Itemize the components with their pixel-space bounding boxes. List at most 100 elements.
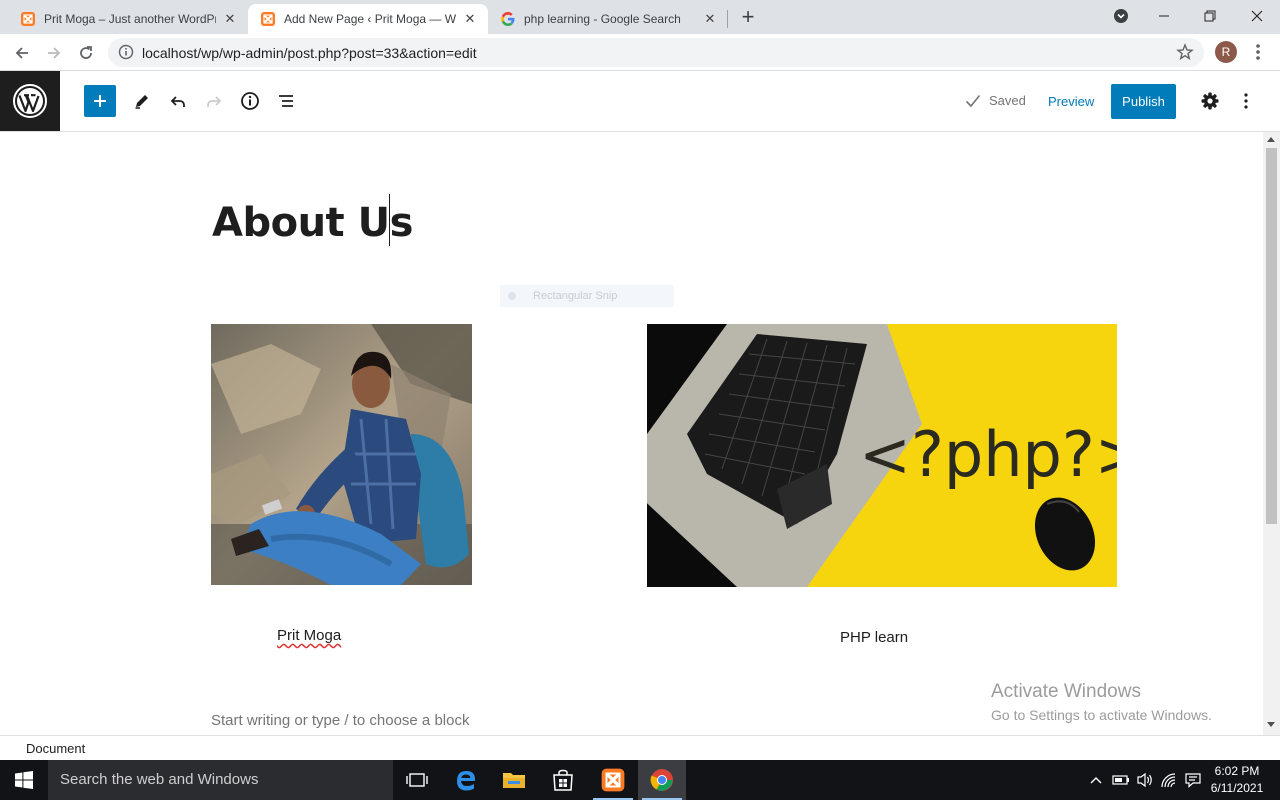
image-caption-person[interactable]: Prit Moga	[277, 627, 341, 644]
scroll-down-arrow[interactable]	[1267, 722, 1275, 727]
editor-scrollbar[interactable]	[1263, 132, 1280, 735]
minimize-icon	[1159, 15, 1169, 17]
taskbar-clock[interactable]: 6:02 PM 6/11/2021	[1204, 763, 1270, 797]
profile-avatar[interactable]: R	[1215, 41, 1237, 63]
kebab-menu-icon	[1244, 93, 1248, 109]
tools-button[interactable]	[126, 85, 158, 117]
settings-button[interactable]	[1194, 85, 1226, 117]
edge-taskbar-button[interactable]	[442, 760, 490, 800]
block-appender[interactable]: Start writing or type / to choose a bloc…	[211, 712, 469, 729]
network-tray-button[interactable]	[1158, 760, 1180, 800]
edge-icon	[457, 771, 475, 791]
store-bag-icon	[553, 769, 573, 791]
clock-date: 6/11/2021	[1210, 781, 1264, 795]
bookmark-star-icon[interactable]	[1176, 43, 1194, 61]
close-window-button[interactable]	[1234, 0, 1280, 32]
tab-title: Prit Moga – Just another WordPr	[44, 12, 216, 26]
wordpress-logo-button[interactable]	[0, 71, 60, 131]
arrow-left-icon	[15, 47, 28, 59]
new-tab-button[interactable]: +	[736, 6, 760, 30]
tab-add-new-page[interactable]: Add New Page ‹ Prit Moga — W ✕	[248, 4, 488, 34]
wifi-icon	[1161, 773, 1176, 788]
more-options-button[interactable]	[1230, 85, 1262, 117]
xampp-icon	[261, 12, 275, 26]
start-button[interactable]	[0, 760, 48, 800]
minimize-button[interactable]	[1141, 0, 1187, 32]
publish-button[interactable]: Publish	[1111, 84, 1176, 119]
list-view-icon	[279, 95, 293, 107]
tab-title: php learning - Google Search	[524, 12, 681, 26]
caption-text: Prit Moga	[277, 627, 342, 644]
tab-prit-moga-site[interactable]: Prit Moga – Just another WordPr ✕	[8, 4, 248, 34]
chrome-menu-icon[interactable]	[1250, 41, 1266, 63]
scroll-thumb[interactable]	[1266, 148, 1277, 524]
show-hidden-icons-button[interactable]	[1086, 760, 1106, 800]
windows-logo-icon	[15, 771, 33, 789]
details-button[interactable]	[234, 85, 266, 117]
volume-tray-button[interactable]	[1134, 760, 1156, 800]
list-view-button[interactable]	[270, 85, 302, 117]
google-icon	[501, 12, 515, 26]
tab-close-icon[interactable]: ✕	[222, 11, 238, 27]
notifications-tray-button[interactable]	[1182, 760, 1204, 800]
block-breadcrumb-bar: Document	[0, 735, 1280, 760]
tab-google-search[interactable]: php learning - Google Search ✕	[488, 4, 728, 34]
editor-canvas: About Us Rectangular Snip <?php? Prit Mo…	[0, 132, 1263, 735]
tab-divider	[727, 10, 728, 28]
activate-windows-watermark: Activate Windows Go to Settings to activ…	[991, 681, 1212, 723]
laptop-php-photo: <?php?>	[647, 324, 1117, 587]
taskbar-search-box[interactable]: Search the web and Windows	[48, 760, 393, 800]
image-block-php[interactable]: <?php?>	[647, 324, 1117, 587]
address-url[interactable]: localhost/wp/wp-admin/post.php?post=33&a…	[142, 45, 477, 61]
undo-icon	[170, 96, 185, 107]
battery-tray-button[interactable]	[1110, 760, 1132, 800]
address-bar[interactable]: localhost/wp/wp-admin/post.php?post=33&a…	[108, 38, 1204, 67]
file-explorer-taskbar-button[interactable]	[490, 760, 538, 800]
windows-taskbar: Search the web and Windows 6:02 PM 6/11/…	[0, 760, 1280, 800]
chevron-down-circle-icon	[1114, 9, 1128, 23]
undo-button[interactable]	[162, 85, 194, 117]
close-icon	[1251, 10, 1263, 22]
xampp-taskbar-button[interactable]	[589, 760, 637, 800]
editor-header: Saved Preview Publish	[0, 71, 1280, 132]
tab-search-button[interactable]	[1098, 0, 1144, 32]
store-taskbar-button[interactable]	[539, 760, 587, 800]
action-center-icon	[1185, 773, 1201, 788]
tab-title: Add New Page ‹ Prit Moga — W	[284, 12, 456, 26]
reload-button[interactable]	[72, 39, 100, 67]
breadcrumb-document[interactable]: Document	[26, 741, 85, 756]
redo-button[interactable]	[198, 85, 230, 117]
speaker-icon	[1137, 772, 1152, 788]
task-view-button[interactable]	[393, 760, 441, 800]
block-inserter-button[interactable]	[84, 85, 116, 117]
snip-overlay: Rectangular Snip	[500, 285, 674, 307]
task-view-icon	[406, 773, 428, 787]
restore-button[interactable]	[1187, 0, 1233, 32]
battery-icon	[1112, 775, 1129, 785]
image-caption-php[interactable]: PHP learn	[840, 629, 908, 646]
tab-close-icon[interactable]: ✕	[462, 11, 478, 27]
browser-tabstrip: Prit Moga – Just another WordPr ✕ Add Ne…	[0, 0, 1280, 34]
preview-button[interactable]: Preview	[1040, 85, 1102, 118]
chrome-taskbar-button[interactable]	[638, 760, 686, 800]
checkmark-icon	[965, 94, 981, 107]
reload-icon	[80, 46, 92, 59]
watermark-title: Activate Windows	[991, 681, 1141, 702]
back-button[interactable]	[8, 39, 36, 67]
php-tag-text: <?php?>	[859, 418, 1117, 491]
xampp-icon	[601, 768, 625, 792]
pencil-icon	[135, 95, 148, 109]
scroll-up-arrow[interactable]	[1267, 137, 1275, 142]
plus-icon	[94, 95, 106, 107]
tab-close-icon[interactable]: ✕	[702, 11, 718, 27]
info-circle-icon	[241, 92, 259, 110]
chevron-up-icon	[1090, 777, 1102, 784]
image-block-person[interactable]	[211, 324, 472, 585]
forward-button[interactable]	[40, 39, 68, 67]
post-title[interactable]: About Us	[212, 200, 413, 246]
browser-toolbar: localhost/wp/wp-admin/post.php?post=33&a…	[0, 34, 1280, 71]
chrome-icon	[650, 769, 673, 791]
save-status: Saved	[965, 93, 1026, 108]
info-icon[interactable]	[118, 44, 134, 60]
restore-icon	[1204, 10, 1216, 22]
